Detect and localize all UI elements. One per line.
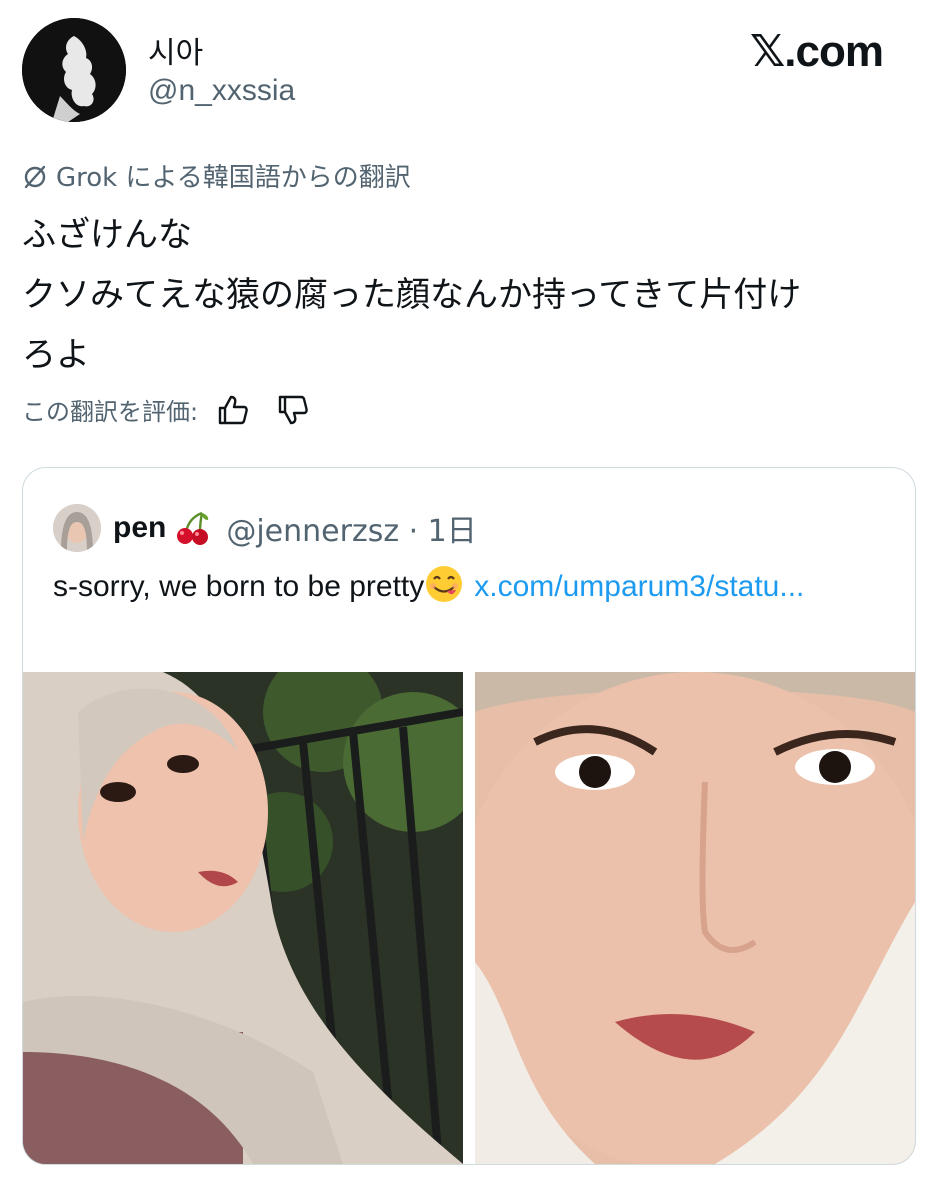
brand-watermark: 𝕏.com xyxy=(749,26,884,77)
quoted-author-name[interactable]: pen xyxy=(113,511,166,545)
quoted-author-avatar[interactable] xyxy=(53,504,101,552)
quoted-tweet-header: pen @jennerzsz · 1日 xyxy=(53,504,477,552)
tweet-text-line: クソみてえな猿の腐った顔なんか持ってきて片付け xyxy=(22,275,802,315)
rating-label: この翻訳を評価: xyxy=(22,398,199,426)
media-grid xyxy=(23,672,915,1164)
quoted-author-handle-time[interactable]: @jennerzsz · 1日 xyxy=(226,506,476,550)
translation-note-label: Grok による韓国語からの翻訳 xyxy=(56,163,411,193)
quoted-tweet[interactable]: pen @jennerzsz · 1日 s-sorry, we born to … xyxy=(22,467,916,1165)
quoted-tweet-text: s-sorry, we born to be pretty x.com/umpa… xyxy=(53,564,893,610)
tweet-text-line: ふざけんな xyxy=(22,215,192,255)
cherry-emoji-icon xyxy=(177,511,209,545)
thumbs-up-icon[interactable] xyxy=(216,393,250,427)
translation-rating: この翻訳を評価: xyxy=(22,392,310,427)
media-photo-right[interactable] xyxy=(475,672,915,1164)
thumbs-down-icon[interactable] xyxy=(276,393,310,427)
author-display-name[interactable]: 시아 xyxy=(148,28,203,72)
author-handle[interactable]: @n_xxssia xyxy=(148,74,295,108)
tweet-text-line: ろよ xyxy=(22,335,90,375)
tweet-text: ふざけんな クソみてえな猿の腐った顔なんか持ってきて片付け ろよ xyxy=(22,205,912,385)
yum-face-emoji-icon xyxy=(426,566,463,602)
translation-note: Grok による韓国語からの翻訳 xyxy=(22,157,411,194)
tweet-header: 시아 @n_xxssia 𝕏.com xyxy=(22,18,915,124)
quoted-tweet-link[interactable]: x.com/umparum3/statu... xyxy=(474,570,804,603)
quoted-text-body: s-sorry, we born to be pretty xyxy=(53,570,425,603)
media-photo-left[interactable] xyxy=(23,672,463,1164)
brand-label: 𝕏.com xyxy=(749,27,884,76)
translate-slash-icon xyxy=(24,165,46,189)
author-avatar[interactable] xyxy=(22,18,126,122)
